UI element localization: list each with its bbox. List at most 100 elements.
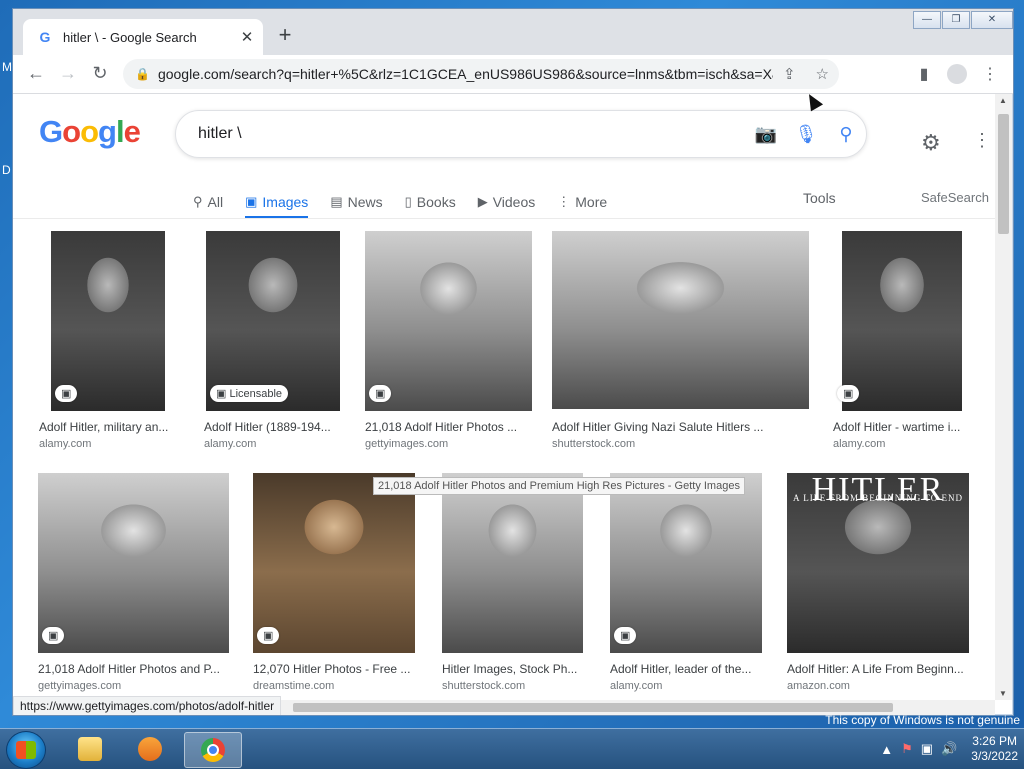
result-source[interactable]: gettyimages.com [38, 680, 121, 692]
result-thumbnail[interactable] [253, 473, 415, 653]
book-cover-title: HITLER [811, 473, 945, 508]
image-icon: ▣ [837, 385, 860, 402]
url-text[interactable]: google.com/search?q=hitler+%5C&rlz=1C1GC… [158, 66, 773, 82]
image-icon: ▣ [42, 627, 65, 644]
share-icon[interactable]: ⇪ [783, 65, 796, 83]
media-player-icon [138, 737, 162, 761]
windows-genuine-notice: This copy of Windows is not genuine [825, 713, 1020, 727]
microphone-icon[interactable]: 🎙 [786, 124, 826, 145]
result-source[interactable]: gettyimages.com [365, 438, 448, 450]
result-thumbnail[interactable]: HITLER A LIFE FROM BEGINNING TO END [787, 473, 969, 653]
scrollbar-thumb[interactable] [293, 703, 893, 712]
taskbar: ▲ ⚑ ▣ 🔊 3:26 PM 3/3/2022 [0, 728, 1024, 769]
licensable-badge: ▣ Licensable [210, 385, 289, 402]
side-panel-icon[interactable]: ▮ [913, 64, 935, 84]
result-thumbnail[interactable] [610, 473, 762, 653]
result-thumbnail[interactable] [842, 231, 962, 411]
clock-date: 3/3/2022 [971, 749, 1018, 763]
reload-icon[interactable]: ↻ [89, 63, 111, 84]
image-icon: ▣ [55, 385, 78, 402]
result-caption[interactable]: Adolf Hitler - wartime i... [833, 420, 973, 434]
result-source[interactable]: alamy.com [610, 680, 662, 692]
tab-news[interactable]: ▤ News [330, 188, 382, 216]
book-icon: ▯ [404, 194, 412, 209]
volume-icon[interactable]: 🔊 [941, 741, 957, 757]
result-thumbnail[interactable] [206, 231, 340, 411]
result-caption[interactable]: 21,018 Adolf Hitler Photos ... [365, 420, 531, 434]
result-thumbnail[interactable] [442, 473, 583, 653]
windows-logo-icon [16, 741, 36, 759]
search-icon[interactable]: ⚲ [826, 124, 866, 145]
tools-button[interactable]: Tools [803, 190, 836, 206]
google-logo[interactable]: Google [39, 114, 141, 150]
result-caption[interactable]: 21,018 Adolf Hitler Photos and P... [38, 662, 228, 676]
result-caption[interactable]: Hitler Images, Stock Ph... [442, 662, 582, 676]
taskbar-media-player[interactable] [122, 732, 178, 766]
close-tab-icon[interactable]: ✕ [237, 28, 257, 46]
apps-grid-icon[interactable]: ⋮⋮⋮ [973, 130, 995, 151]
forward-icon[interactable]: → [57, 63, 79, 84]
result-caption[interactable]: Adolf Hitler, military an... [39, 420, 179, 434]
action-center-flag-icon[interactable]: ⚑ [901, 741, 913, 757]
tab-images[interactable]: ▣ Images [245, 188, 309, 219]
status-link-preview: https://www.gettyimages.com/photos/adolf… [13, 696, 282, 715]
camera-icon[interactable]: 📷 [746, 124, 786, 145]
menu-kebab-icon[interactable]: ⋮ [979, 64, 1001, 84]
system-tray: ▲ ⚑ ▣ 🔊 3:26 PM 3/3/2022 [876, 729, 1018, 769]
result-source[interactable]: dreamstime.com [253, 680, 334, 692]
network-icon[interactable]: ▣ [921, 741, 933, 757]
result-thumbnail[interactable] [365, 231, 532, 411]
clock[interactable]: 3:26 PM 3/3/2022 [971, 734, 1018, 764]
browser-tab[interactable]: G hitler \ - Google Search ✕ [23, 19, 263, 55]
search-box[interactable]: 📷 🎙 ⚲ [175, 110, 867, 158]
result-caption[interactable]: 12,070 Hitler Photos - Free ... [253, 662, 415, 676]
tab-more[interactable]: ⋮ More [557, 188, 607, 216]
browser-window: G hitler \ - Google Search ✕ + — ❐ ✕ ← →… [12, 8, 1014, 716]
result-source[interactable]: shutterstock.com [552, 438, 635, 450]
result-thumbnail[interactable] [552, 231, 809, 409]
page-content: Google 📷 🎙 ⚲ ⚙ ⋮⋮⋮ ⚲All ▣Images ▤News ▯B… [13, 94, 995, 715]
lock-icon: 🔒 [135, 67, 150, 81]
taskbar-explorer[interactable] [62, 732, 118, 766]
start-button[interactable] [6, 731, 46, 769]
image-icon: ▣ [245, 194, 258, 209]
video-icon: ▶ [477, 194, 488, 209]
result-source[interactable]: shutterstock.com [442, 680, 525, 692]
tab-books[interactable]: ▯ Books [405, 188, 456, 216]
result-caption[interactable]: Adolf Hitler (1889-194... [204, 420, 340, 434]
result-thumbnail[interactable] [51, 231, 165, 411]
show-hidden-icons-icon[interactable]: ▲ [880, 742, 893, 757]
image-icon: ▣ [257, 627, 280, 644]
back-icon[interactable]: ← [25, 63, 47, 84]
minimize-button[interactable]: — [913, 11, 941, 29]
chrome-icon [201, 738, 225, 762]
vertical-scrollbar[interactable]: ▲ ▼ [995, 94, 1012, 700]
taskbar-chrome[interactable] [184, 732, 242, 768]
scrollbar-thumb[interactable] [998, 114, 1009, 234]
address-bar[interactable]: 🔒 google.com/search?q=hitler+%5C&rlz=1C1… [123, 59, 839, 89]
bookmark-star-icon[interactable]: ☆ [816, 65, 829, 83]
tab-videos[interactable]: ▶ Videos [478, 188, 536, 216]
result-source[interactable]: alamy.com [204, 438, 256, 450]
result-caption[interactable]: Adolf Hitler: A Life From Beginn... [787, 662, 969, 676]
result-source[interactable]: alamy.com [39, 438, 91, 450]
desktop-icon-label: D [2, 163, 11, 177]
search-input[interactable] [196, 124, 746, 144]
window-controls: — ❐ ✕ [912, 11, 1013, 29]
image-icon: ▣ [369, 385, 392, 402]
close-window-button[interactable]: ✕ [971, 11, 1013, 29]
tab-title: hitler \ - Google Search [63, 29, 197, 45]
result-thumbnail[interactable] [38, 473, 229, 653]
tab-strip: G hitler \ - Google Search ✕ + — ❐ ✕ [13, 9, 1013, 55]
tab-all[interactable]: ⚲ All [193, 188, 223, 216]
browser-toolbar: ← → ↻ 🔒 google.com/search?q=hitler+%5C&r… [13, 55, 1013, 94]
result-source[interactable]: alamy.com [833, 438, 885, 450]
maximize-button[interactable]: ❐ [942, 11, 970, 29]
settings-gear-icon[interactable]: ⚙ [921, 130, 941, 156]
new-tab-button[interactable]: + [275, 24, 295, 46]
result-caption[interactable]: Adolf Hitler Giving Nazi Salute Hitlers … [552, 420, 808, 434]
profile-avatar-icon[interactable] [947, 64, 967, 84]
result-caption[interactable]: Adolf Hitler, leader of the... [610, 662, 760, 676]
result-source[interactable]: amazon.com [787, 680, 850, 692]
safesearch-button[interactable]: SafeSearch [921, 190, 989, 205]
